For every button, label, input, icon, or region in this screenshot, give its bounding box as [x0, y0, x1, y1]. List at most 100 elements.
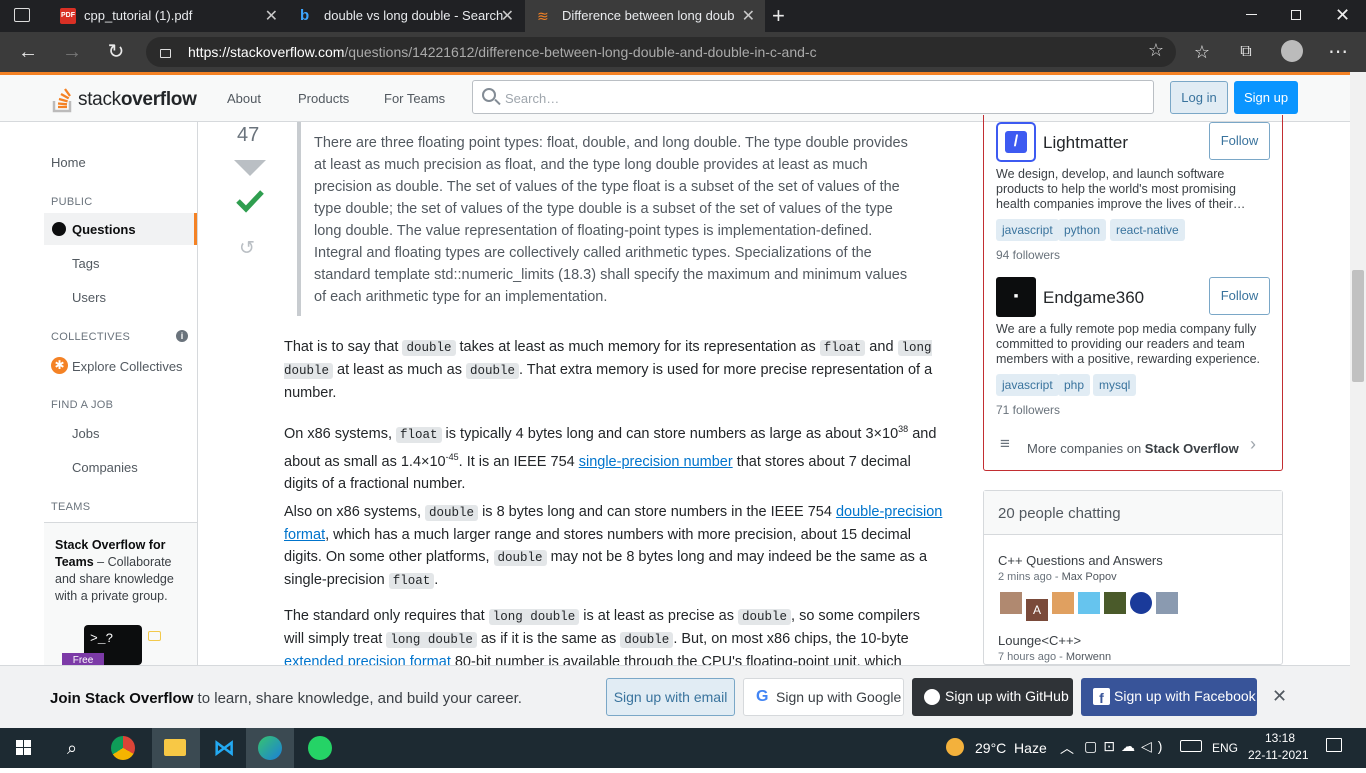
- weather-icon[interactable]: [946, 738, 964, 756]
- link-extended-precision[interactable]: extended precision format: [284, 654, 451, 665]
- company-description: We design, develop, and launch software …: [996, 167, 1246, 211]
- logo-text-overflow: overflow: [120, 89, 197, 110]
- chat-room-name[interactable]: C++ Questions and Answers: [998, 553, 1163, 568]
- language-indicator[interactable]: ENG: [1212, 741, 1238, 755]
- nav-products[interactable]: Products: [298, 91, 349, 106]
- signup-facebook-button[interactable]: f Sign up with Facebook: [1081, 678, 1257, 716]
- nav-for-teams[interactable]: For Teams: [384, 91, 445, 106]
- signup-github-label: Sign up with GitHub: [945, 688, 1069, 704]
- answer-paragraph-3: Also on x86 systems, double is 8 bytes l…: [284, 501, 944, 592]
- nav-tags[interactable]: Tags: [72, 256, 99, 271]
- tag-python[interactable]: python: [1058, 219, 1107, 241]
- minimize-icon[interactable]: [1246, 14, 1257, 15]
- tag-javascript[interactable]: javascript: [996, 374, 1059, 396]
- weather-text[interactable]: 29°C Haze: [975, 740, 1047, 756]
- profile-avatar[interactable]: [1281, 40, 1303, 62]
- signup-email-button[interactable]: Sign up with email: [606, 678, 735, 716]
- close-window-icon[interactable]: ✕: [1335, 5, 1350, 26]
- url-field[interactable]: https://stackoverflow.com/questions/1422…: [146, 37, 1176, 67]
- back-icon[interactable]: ←: [16, 40, 40, 64]
- bing-icon: b: [300, 7, 310, 24]
- tab-pdf[interactable]: PDF cpp_tutorial (1).pdf ✕: [48, 0, 288, 32]
- edge-icon[interactable]: [246, 728, 294, 768]
- chat-header-title[interactable]: 20 people chatting: [998, 505, 1121, 522]
- signup-google-label: Sign up with Google: [776, 689, 902, 705]
- tab-actions-icon[interactable]: [14, 8, 30, 22]
- tag-mysql[interactable]: mysql: [1093, 374, 1137, 396]
- nav-questions[interactable]: Questions: [44, 213, 197, 245]
- nav-explore-collectives[interactable]: Explore Collectives: [72, 359, 183, 374]
- new-tab-icon[interactable]: +: [772, 3, 785, 29]
- signup-button[interactable]: Sign up: [1234, 81, 1298, 114]
- avatar[interactable]: A: [1026, 599, 1048, 621]
- keyboard-icon[interactable]: [1180, 740, 1202, 752]
- history-icon[interactable]: ↺: [239, 237, 255, 260]
- follow-button[interactable]: Follow: [1209, 122, 1270, 160]
- avatar[interactable]: [1052, 592, 1074, 614]
- favorites-add-icon[interactable]: ☆: [1148, 40, 1164, 61]
- vote-count: 47: [237, 124, 260, 146]
- chat-room-user[interactable]: Morwenn: [1066, 651, 1111, 663]
- tag-javascript[interactable]: javascript: [996, 219, 1059, 241]
- start-icon[interactable]: [0, 728, 48, 768]
- chat-room-name[interactable]: Lounge<C++>: [998, 633, 1081, 648]
- nav-jobs[interactable]: Jobs: [72, 426, 99, 441]
- nav-home[interactable]: Home: [51, 155, 86, 170]
- nav-companies[interactable]: Companies: [72, 460, 138, 475]
- avatar[interactable]: [1156, 592, 1178, 614]
- globe-icon: [52, 222, 66, 236]
- vscode-icon[interactable]: ⋈: [200, 728, 248, 768]
- nav-users[interactable]: Users: [72, 290, 106, 305]
- close-icon[interactable]: ✕: [501, 6, 514, 26]
- tab-stackoverflow[interactable]: ≋ Difference between long double ✕: [525, 0, 765, 32]
- signup-google-button[interactable]: G Sign up with Google: [743, 678, 904, 716]
- close-icon[interactable]: ✕: [265, 6, 278, 26]
- search-icon[interactable]: ⌕: [48, 728, 96, 768]
- tab-title: Difference between long double: [562, 8, 734, 23]
- clock-time[interactable]: 13:18: [1265, 731, 1295, 745]
- forward-icon[interactable]: →: [60, 40, 84, 64]
- avatar[interactable]: [1104, 592, 1126, 614]
- endgame360-logo[interactable]: ■: [996, 277, 1036, 317]
- tab-search[interactable]: b double vs long double - Search ✕: [288, 0, 524, 32]
- restore-icon[interactable]: [1291, 10, 1301, 20]
- more-companies-link[interactable]: ≡ More companies on Stack Overflow ›: [996, 431, 1266, 461]
- info-icon[interactable]: i: [176, 330, 188, 342]
- nav-about[interactable]: About: [227, 91, 261, 106]
- avatar[interactable]: [1078, 592, 1100, 614]
- refresh-icon[interactable]: ↻: [104, 40, 128, 64]
- clock-date[interactable]: 22-11-2021: [1248, 748, 1309, 762]
- file-explorer-icon[interactable]: [152, 728, 200, 768]
- avatar[interactable]: [1130, 592, 1152, 614]
- company-description: We are a fully remote pop media company …: [996, 322, 1261, 366]
- avatar[interactable]: [1000, 592, 1022, 614]
- tag-react-native[interactable]: react-native: [1110, 219, 1185, 241]
- search-input[interactable]: Search…: [472, 80, 1154, 114]
- notification-icon[interactable]: [1326, 738, 1342, 752]
- close-icon[interactable]: ✕: [1272, 686, 1287, 707]
- url-domain: https://stackoverflow.com: [188, 44, 345, 60]
- close-icon[interactable]: ✕: [742, 6, 755, 26]
- github-icon: [924, 689, 940, 705]
- whatsapp-icon[interactable]: [296, 728, 344, 768]
- chat-room-user[interactable]: Max Popov: [1062, 571, 1117, 583]
- collections-icon[interactable]: ⧉: [1234, 40, 1258, 64]
- chevron-up-icon[interactable]: ︿: [1060, 738, 1074, 758]
- page-scrollbar[interactable]: [1350, 72, 1366, 728]
- link-single-precision[interactable]: single-precision number: [579, 454, 733, 470]
- login-button[interactable]: Log in: [1170, 81, 1228, 114]
- chrome-icon[interactable]: [98, 728, 146, 768]
- signup-github-button[interactable]: Sign up with GitHub: [912, 678, 1073, 716]
- company-name[interactable]: Lightmatter: [1043, 133, 1128, 153]
- tag-php[interactable]: php: [1058, 374, 1091, 396]
- tray-icons[interactable]: ▢⊡☁◁): [1084, 738, 1168, 755]
- follow-button[interactable]: Follow: [1209, 277, 1270, 315]
- scrollbar-thumb[interactable]: [1352, 270, 1364, 382]
- more-menu-icon[interactable]: ⋯: [1326, 40, 1350, 64]
- downvote-button[interactable]: [234, 160, 266, 176]
- stackoverflow-logo[interactable]: stackoverflow: [50, 83, 200, 115]
- company-name[interactable]: Endgame360: [1043, 288, 1144, 308]
- nav-heading-find-job: FIND A JOB: [51, 399, 114, 411]
- lightmatter-logo[interactable]: /: [996, 122, 1036, 162]
- favorites-icon[interactable]: ☆: [1190, 40, 1214, 64]
